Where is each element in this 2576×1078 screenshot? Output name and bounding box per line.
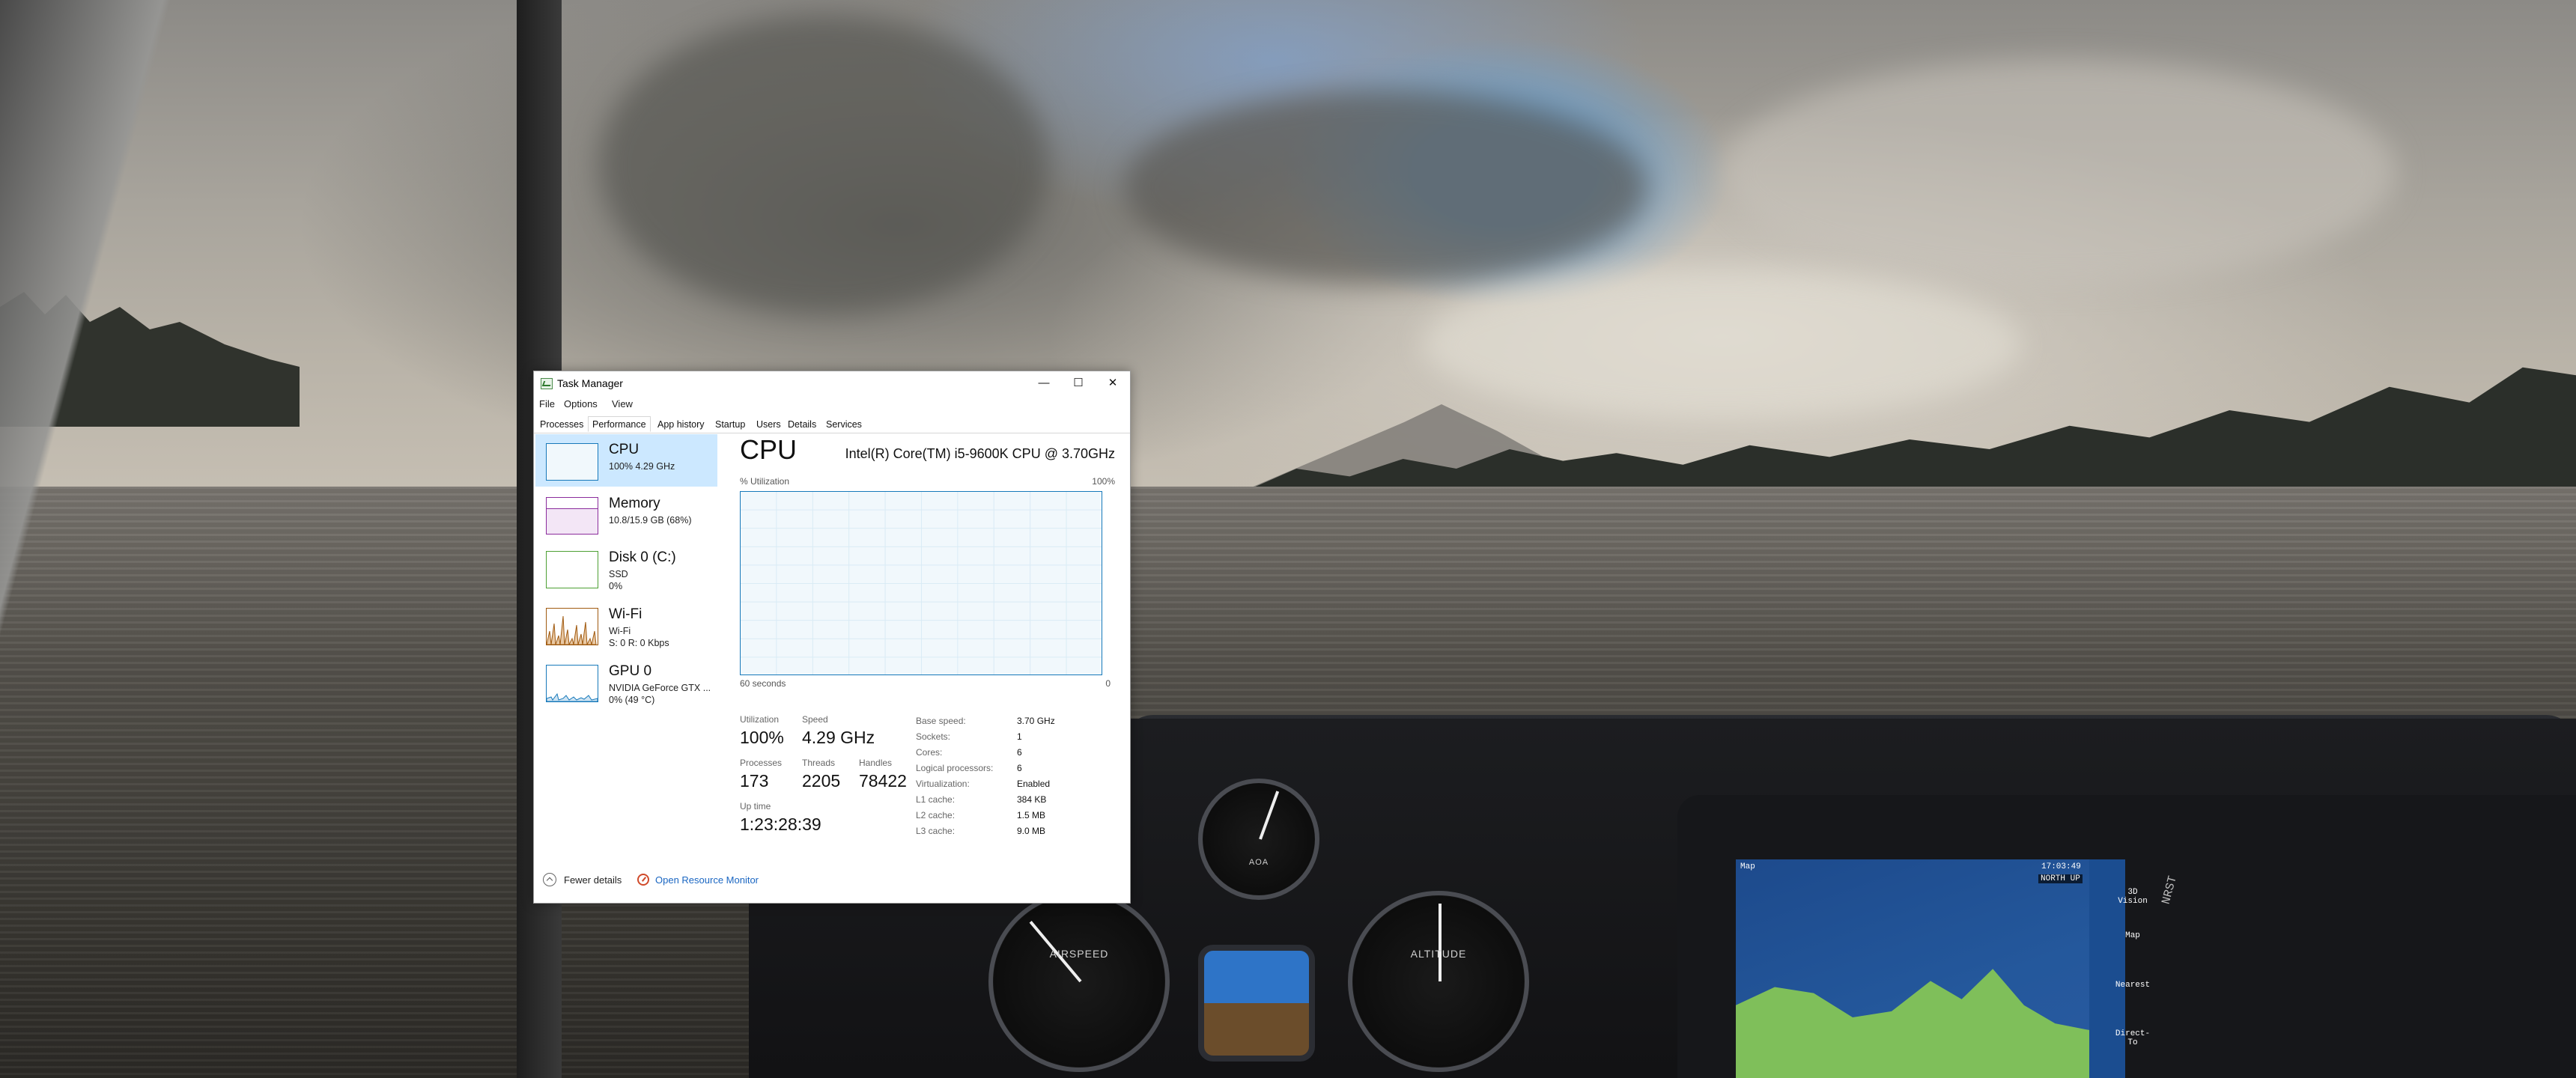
- cpu-heading: CPU: [740, 434, 798, 465]
- cpu-details-panel: CPU Intel(R) Core(TM) i5-9600K CPU @ 3.7…: [740, 434, 1115, 836]
- cpu-model: Intel(R) Core(TM) i5-9600K CPU @ 3.70GHz: [845, 446, 1115, 461]
- tab-services[interactable]: Services: [821, 416, 866, 432]
- minimize-button[interactable]: —: [1027, 371, 1061, 395]
- cockpit-window-frame: [0, 0, 524, 1078]
- wifi-thumbnail: [546, 608, 598, 645]
- uptime-label: Up time: [740, 801, 771, 811]
- footer-bar: Fewer details Open Resource Monitor: [534, 864, 1130, 901]
- gpu-thumbnail: [546, 665, 598, 702]
- handles-label: Handles: [859, 758, 893, 768]
- resource-monitor-icon: [637, 874, 649, 886]
- cloud: [599, 15, 1048, 314]
- mfd-button-3d-vision[interactable]: 3D Vision: [2112, 888, 2154, 906]
- title-bar[interactable]: Task Manager — ☐ ✕: [534, 371, 1130, 395]
- tab-startup[interactable]: Startup: [711, 416, 750, 432]
- cloud: [1423, 270, 2022, 419]
- utilization-axis-max: 100%: [1092, 476, 1115, 487]
- tab-app-history[interactable]: App history: [653, 416, 709, 432]
- close-button[interactable]: ✕: [1096, 371, 1130, 395]
- utilization-label: Utilization: [740, 714, 780, 725]
- attitude-indicator: [1198, 945, 1315, 1062]
- cpu-thumbnail: [546, 443, 598, 481]
- cloud: [1722, 60, 2396, 284]
- task-manager-window[interactable]: Task Manager — ☐ ✕ File Options View Pro…: [533, 371, 1131, 904]
- tab-users[interactable]: Users: [752, 416, 786, 432]
- menu-options[interactable]: Options: [564, 398, 598, 409]
- utilization-value: 100%: [740, 728, 784, 747]
- threads-value: 2205: [802, 771, 841, 791]
- threads-label: Threads: [802, 758, 836, 768]
- task-manager-icon: [541, 378, 553, 389]
- mfd-button-direct-to[interactable]: Direct-To: [2112, 1029, 2154, 1047]
- menu-view[interactable]: View: [612, 398, 633, 409]
- mfd-title: Map: [1740, 862, 1755, 871]
- sidebar-item-memory[interactable]: Memory 10.8/15.9 GB (68%): [535, 488, 717, 540]
- disk-thumbnail: [546, 551, 598, 588]
- uptime-value: 1:23:28:39: [740, 814, 821, 834]
- mfd-land: [1736, 969, 2125, 1078]
- sidebar-item-cpu[interactable]: CPU 100% 4.29 GHz: [535, 434, 717, 487]
- maximize-button[interactable]: ☐: [1061, 371, 1096, 395]
- processes-value: 173: [740, 771, 769, 791]
- cpu-utilization-graph: [740, 491, 1102, 675]
- menu-bar: File Options View: [534, 395, 1130, 413]
- mfd-map-screen: [1736, 859, 2125, 1078]
- window-title: Task Manager: [557, 377, 623, 389]
- handles-value: 78422: [859, 771, 907, 791]
- fewer-details-link[interactable]: Fewer details: [564, 874, 622, 886]
- sidebar-item-wifi[interactable]: Wi-Fi Wi-Fi S: 0 R: 0 Kbps: [535, 599, 717, 651]
- mfd-button-nearest[interactable]: Nearest: [2112, 981, 2154, 990]
- speed-label: Speed: [802, 714, 828, 725]
- memory-thumbnail: [546, 497, 598, 535]
- tab-performance[interactable]: Performance: [588, 416, 651, 432]
- aoa-gauge: AOA: [1198, 779, 1319, 900]
- altimeter-gauge: ALTITUDE: [1348, 891, 1529, 1072]
- tab-bar: Processes Performance App history Startu…: [534, 415, 1130, 433]
- mfd-orientation: NORTH UP: [2038, 874, 2083, 883]
- processes-label: Processes: [740, 758, 783, 768]
- graph-time-end: 0: [1105, 678, 1111, 689]
- menu-file[interactable]: File: [539, 398, 555, 409]
- utilization-axis-label: % Utilization: [740, 476, 790, 487]
- airspeed-gauge: AIRSPEED: [988, 891, 1170, 1072]
- cloud: [1123, 90, 1647, 284]
- sidebar-item-disk[interactable]: Disk 0 (C:) SSD 0%: [535, 542, 717, 594]
- open-resource-monitor-link[interactable]: Open Resource Monitor: [655, 874, 759, 886]
- mfd-time: 17:03:49: [2041, 862, 2081, 871]
- flight-sim-scene: AOA AIRSPEED ALTITUDE Map 17:03:49 NORTH…: [0, 0, 2576, 1078]
- tab-processes[interactable]: Processes: [535, 416, 588, 432]
- tab-details[interactable]: Details: [783, 416, 821, 432]
- chevron-up-icon[interactable]: [543, 873, 556, 886]
- resource-list: CPU 100% 4.29 GHz Memory 10.8/15.9 GB (6…: [534, 434, 717, 808]
- graph-time-label: 60 seconds: [740, 678, 786, 689]
- mfd-button-map[interactable]: Map: [2112, 931, 2154, 940]
- sidebar-item-gpu[interactable]: GPU 0 NVIDIA GeForce GTX ... 0% (49 °C): [535, 656, 717, 708]
- speed-value: 4.29 GHz: [802, 728, 875, 747]
